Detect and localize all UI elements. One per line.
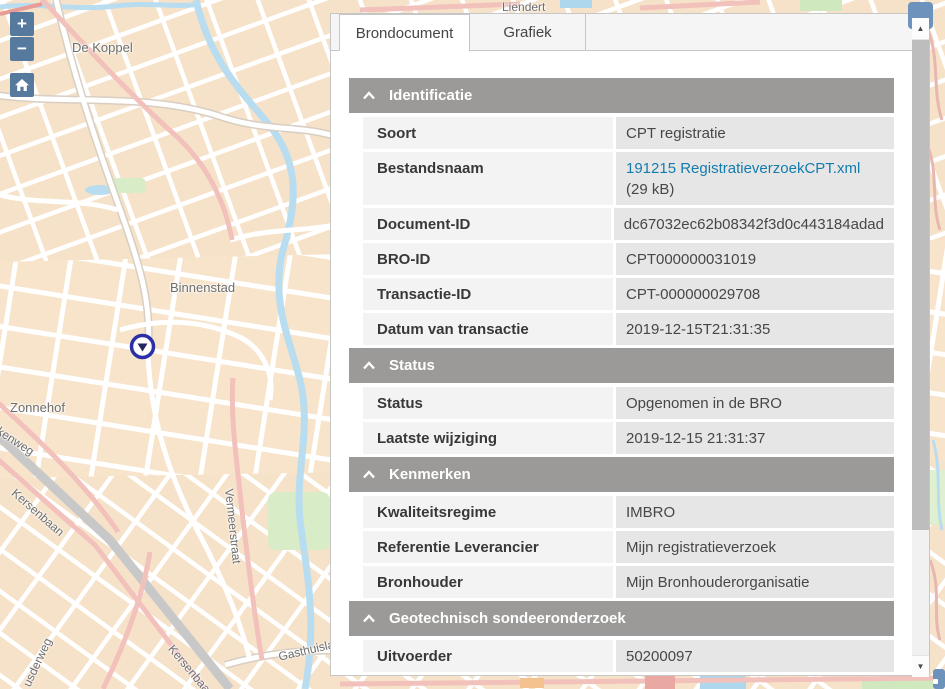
row-value: Mijn Bronhouderorganisatie <box>616 566 894 598</box>
row-label: Kwaliteitsregime <box>363 496 613 528</box>
table-row: Kwaliteitsregime IMBRO <box>363 496 894 528</box>
section: Status Status Opgenomen in de BRO Laatst… <box>349 348 894 454</box>
map-marker[interactable] <box>129 333 156 360</box>
row-value: IMBRO <box>616 496 894 528</box>
detail-panel: Brondocument Grafiek Identificatie Soort… <box>330 13 930 676</box>
section-header[interactable]: Identificatie <box>349 78 894 113</box>
row-label: Soort <box>363 117 613 149</box>
section-title: Identificatie <box>389 87 472 104</box>
chevron-up-icon <box>362 613 376 624</box>
zoom-in-button[interactable]: + <box>10 12 34 36</box>
table-row: Referentie Leverancier Mijn registratiev… <box>363 531 894 563</box>
chevron-up-icon <box>362 360 376 371</box>
section: Geotechnisch sondeeronderzoek Uitvoerder… <box>349 601 894 672</box>
section-rows: Uitvoerder 50200097 <box>363 640 894 672</box>
section-rows: Kwaliteitsregime IMBRO Referentie Levera… <box>363 496 894 598</box>
row-label: Laatste wijziging <box>363 422 613 454</box>
table-row: BRO-ID CPT000000031019 <box>363 243 894 275</box>
row-value: 191215 RegistratieverzoekCPT.xml (29 kB) <box>616 152 894 205</box>
tab-bar: Brondocument Grafiek <box>331 14 929 51</box>
section: Identificatie Soort CPT registratie Best… <box>349 78 894 345</box>
application-window: De KoppelLiendertBinnenstadZonnehofkenwe… <box>0 0 945 689</box>
row-value: 2019-12-15T21:31:35 <box>616 313 894 345</box>
row-value: CPT000000031019 <box>616 243 894 275</box>
row-label: Datum van transactie <box>363 313 613 345</box>
section-header[interactable]: Status <box>349 348 894 383</box>
row-label: Bronhouder <box>363 566 613 598</box>
panel-scrollbar[interactable]: ▲ ▼ <box>912 18 929 677</box>
chevron-up-icon <box>362 469 376 480</box>
table-row: Bronhouder Mijn Bronhouderorganisatie <box>363 566 894 598</box>
table-row: Datum van transactie 2019-12-15T21:31:35 <box>363 313 894 345</box>
file-size-text: (29 kB) <box>626 181 674 198</box>
table-row: Soort CPT registratie <box>363 117 894 149</box>
row-label: Transactie-ID <box>363 278 613 310</box>
scrollbar-thumb[interactable] <box>912 40 929 530</box>
panel-content: Identificatie Soort CPT registratie Best… <box>331 51 912 675</box>
zoom-out-button[interactable]: − <box>10 37 34 61</box>
row-value: Opgenomen in de BRO <box>616 387 894 419</box>
row-value: dc67032ec62b08342f3d0c443184adad <box>614 208 894 240</box>
table-row: Uitvoerder 50200097 <box>363 640 894 672</box>
tab-brondocument[interactable]: Brondocument <box>339 14 470 51</box>
table-row: Transactie-ID CPT-000000029708 <box>363 278 894 310</box>
map-control-fragment-dot <box>933 679 938 684</box>
row-label: BRO-ID <box>363 243 613 275</box>
section-header[interactable]: Geotechnisch sondeeronderzoek <box>349 601 894 636</box>
row-value: 50200097 <box>616 640 894 672</box>
table-row: Status Opgenomen in de BRO <box>363 387 894 419</box>
home-icon <box>14 77 30 93</box>
row-value: CPT-000000029708 <box>616 278 894 310</box>
row-label: Referentie Leverancier <box>363 531 613 563</box>
home-button[interactable] <box>10 73 34 97</box>
scroll-up-button[interactable]: ▲ <box>912 18 929 40</box>
row-label: Document-ID <box>363 208 611 240</box>
table-row: Document-ID dc67032ec62b08342f3d0c443184… <box>363 208 894 240</box>
scroll-down-button[interactable]: ▼ <box>912 655 929 677</box>
section-title: Kenmerken <box>389 466 471 483</box>
section: Kenmerken Kwaliteitsregime IMBRO Referen… <box>349 457 894 598</box>
section-rows: Soort CPT registratie Bestandsnaam 19121… <box>363 117 894 345</box>
table-row: Laatste wijziging 2019-12-15 21:31:37 <box>363 422 894 454</box>
section-header[interactable]: Kenmerken <box>349 457 894 492</box>
row-label: Bestandsnaam <box>363 152 613 205</box>
row-value: CPT registratie <box>616 117 894 149</box>
table-row: Bestandsnaam 191215 RegistratieverzoekCP… <box>363 152 894 205</box>
file-download-link[interactable]: 191215 RegistratieverzoekCPT.xml <box>626 160 860 177</box>
tab-grafiek[interactable]: Grafiek <box>470 14 586 51</box>
chevron-up-icon <box>362 90 376 101</box>
row-label: Uitvoerder <box>363 640 613 672</box>
row-value: Mijn registratieverzoek <box>616 531 894 563</box>
row-label: Status <box>363 387 613 419</box>
section-title: Geotechnisch sondeeronderzoek <box>389 610 626 627</box>
row-value: 2019-12-15 21:31:37 <box>616 422 894 454</box>
section-title: Status <box>389 357 435 374</box>
section-rows: Status Opgenomen in de BRO Laatste wijzi… <box>363 387 894 454</box>
